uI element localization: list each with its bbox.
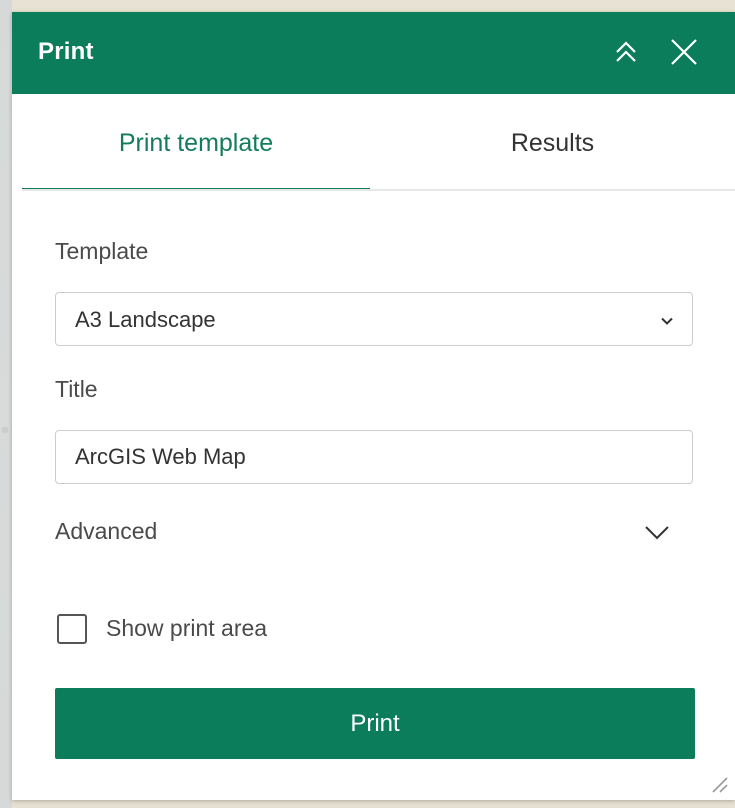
resize-grip-icon[interactable] [707,772,729,794]
chevron-down-icon [661,317,673,325]
title-input[interactable] [56,431,692,483]
tab-print-template[interactable]: Print template [22,108,370,192]
panel-title: Print [38,38,94,65]
double-chevron-up-icon [616,41,636,62]
tab-print-template-label: Print template [118,129,274,157]
tab-bar: Print template Results [22,108,735,192]
close-icon [671,39,697,65]
print-widget-panel: Print Print template Results Template A3… [12,12,735,800]
panel-header: Print [12,12,735,94]
tab-results-label: Results [510,129,595,157]
collapse-button[interactable] [608,34,644,70]
tab-divider [22,189,735,191]
template-select[interactable]: A3 Landscape [55,292,693,346]
title-label: Title [55,376,98,402]
show-print-area-label: Show print area [106,615,268,641]
chevron-down-icon [645,526,669,540]
tab-results[interactable]: Results [370,108,735,192]
close-button[interactable] [666,34,702,70]
print-button[interactable]: Print [55,688,695,759]
show-print-area-checkbox[interactable] [57,614,87,644]
advanced-label: Advanced [55,518,158,544]
template-select-value: A3 Landscape [75,307,216,332]
title-input-wrapper [55,430,693,484]
advanced-toggle[interactable]: Advanced [55,510,693,556]
template-label: Template [55,238,149,264]
show-print-area-option[interactable]: Show print area [55,610,375,650]
